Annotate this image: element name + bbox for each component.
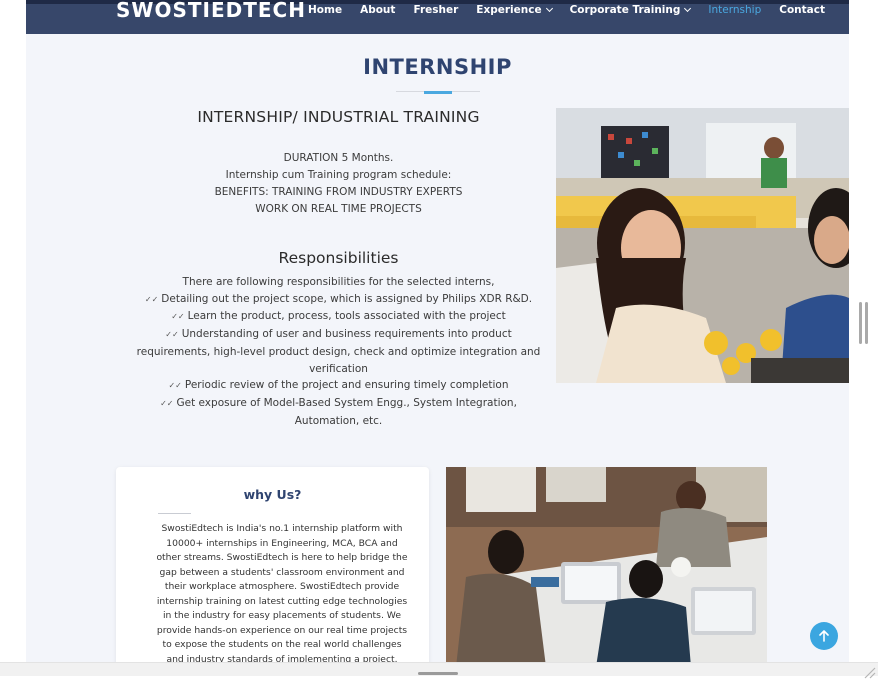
list-item-text: Get exposure of Model-Based System Engg.… <box>176 396 517 427</box>
detail-projects: WORK ON REAL TIME PROJECTS <box>255 203 422 215</box>
responsibilities-list: There are following responsibilities for… <box>136 274 541 429</box>
nav-about[interactable]: About <box>360 3 395 17</box>
double-check-icon: ✓✓ <box>144 294 159 304</box>
why-us-divider <box>158 513 191 514</box>
double-check-icon: ✓✓ <box>165 330 179 340</box>
page-title: INTERNSHIP <box>363 55 512 79</box>
nav-home[interactable]: Home <box>308 3 342 17</box>
resize-grip-icon[interactable] <box>862 664 876 679</box>
double-check-icon: ✓✓ <box>160 398 174 408</box>
list-item: ✓✓ Get exposure of Model-Based System Eng… <box>136 395 541 429</box>
chevron-down-icon <box>545 4 553 12</box>
team-meeting-illustration <box>446 467 767 662</box>
nav-experience-label: Experience <box>476 4 542 16</box>
title-accent-bar <box>424 91 452 94</box>
nav-menu: Home About Fresher Experience Corporate … <box>308 3 843 17</box>
nav-internship[interactable]: Internship <box>708 3 761 17</box>
detail-benefits: BENEFITS: TRAINING FROM INDUSTRY EXPERTS <box>214 186 463 198</box>
detail-schedule: Internship cum Training program schedule… <box>225 169 452 181</box>
side-resize-handle[interactable] <box>859 302 868 344</box>
page-viewport: SWOSTIEDTECH Home About Fresher Experien… <box>26 0 849 662</box>
list-item-text: Understanding of user and business requi… <box>136 328 541 375</box>
team-meeting-photo <box>446 467 767 662</box>
brand-logo[interactable]: SWOSTIEDTECH <box>116 0 306 22</box>
arrow-up-icon <box>819 630 829 642</box>
nav-home-label: Home <box>308 4 343 16</box>
double-check-icon: ✓✓ <box>171 312 185 322</box>
nav-fresher[interactable]: Fresher <box>413 3 458 17</box>
office-interns-illustration <box>556 108 849 383</box>
list-item-text: Detailing out the project scope, which i… <box>161 292 533 305</box>
bottom-resize-handle[interactable] <box>418 672 458 675</box>
list-item: ✓✓ Detailing out the project scope, which… <box>136 291 541 309</box>
office-interns-photo <box>556 108 849 383</box>
list-item: ✓✓ Periodic review of the project and ens… <box>136 377 541 395</box>
scroll-to-top-button[interactable] <box>810 622 838 650</box>
list-item: ✓✓ Understanding of user and business req… <box>136 326 541 377</box>
nav-contact-label: Contact <box>779 4 825 16</box>
chevron-down-icon <box>684 4 692 12</box>
program-details: DURATION 5 Months. Internship cum Traini… <box>136 150 541 218</box>
list-item-text: Periodic review of the project and ensur… <box>184 379 509 392</box>
navbar: SWOSTIEDTECH Home About Fresher Experien… <box>26 0 849 34</box>
detail-duration: DURATION 5 Months. <box>283 152 394 164</box>
nav-about-label: About <box>360 4 396 16</box>
nav-contact[interactable]: Contact <box>779 3 825 17</box>
list-item: ✓✓ Learn the product, process, tools asso… <box>136 308 541 326</box>
double-check-icon: ✓✓ <box>168 381 182 391</box>
nav-experience[interactable]: Experience <box>476 3 553 17</box>
why-us-text: SwostiEdtech is India's no.1 internship … <box>156 523 408 662</box>
nav-corporate-training[interactable]: Corporate Training <box>569 3 692 17</box>
nav-fresher-label: Fresher <box>413 4 459 16</box>
nav-corporate-label: Corporate Training <box>569 4 681 16</box>
window-left-margin <box>0 0 26 676</box>
responsibilities-heading: Responsibilities <box>278 249 399 267</box>
list-item-text: Learn the product, process, tools associ… <box>187 310 506 323</box>
section-heading: INTERNSHIP/ INDUSTRIAL TRAINING <box>197 108 480 126</box>
nav-internship-label: Internship <box>708 4 762 16</box>
responsibilities-intro: There are following responsibilities for… <box>182 276 495 288</box>
why-us-title: why Us? <box>243 487 302 502</box>
why-us-card: why Us? SwostiEdtech is India's no.1 int… <box>116 467 429 662</box>
